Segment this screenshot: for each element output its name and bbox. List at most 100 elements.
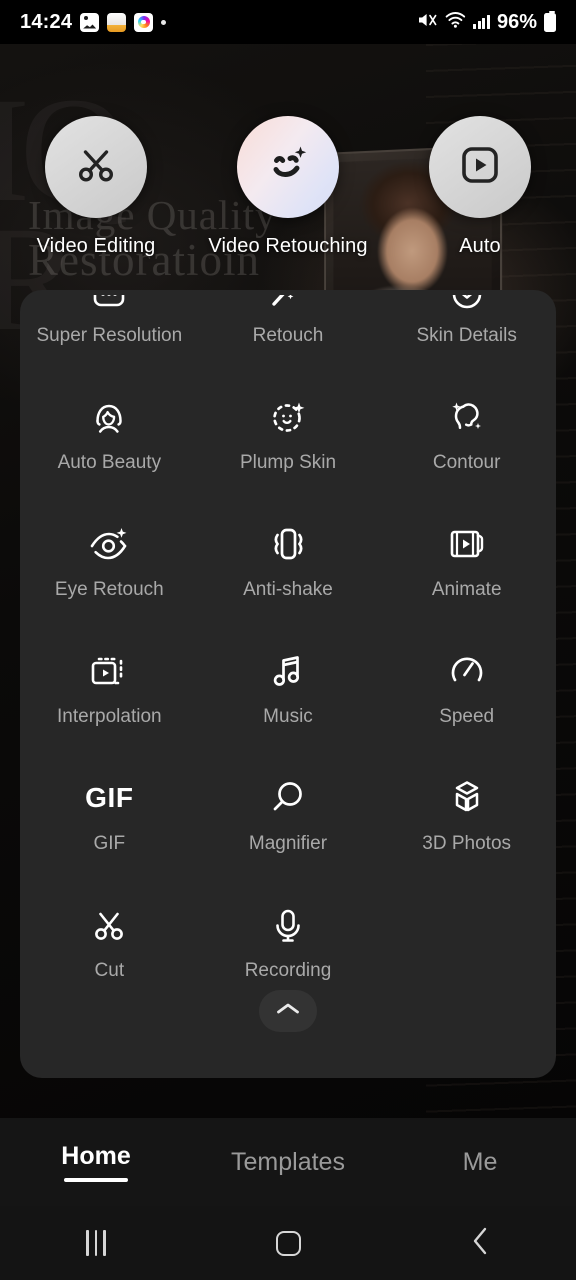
dotted-face-sparkle-icon xyxy=(265,394,311,440)
wifi-icon xyxy=(445,11,466,33)
tab-label: Templates xyxy=(231,1147,345,1176)
recents-icon xyxy=(86,1230,106,1256)
tool-skin-details[interactable]: Skin Details xyxy=(377,290,556,353)
tool-label: Interpolation xyxy=(57,706,162,727)
tool-recording[interactable]: Recording xyxy=(199,861,378,988)
eye-sparkle-icon xyxy=(85,521,133,567)
home-icon xyxy=(275,1230,301,1256)
tab-home[interactable]: Home xyxy=(0,1142,192,1182)
tool-empty-slot xyxy=(377,861,556,988)
volume-mute-icon xyxy=(417,11,438,34)
tool-label: Anti-shake xyxy=(243,579,333,600)
quick-action-auto[interactable]: Auto xyxy=(384,116,576,258)
quick-action-video-retouching[interactable]: Video Retouching xyxy=(192,116,384,258)
tool-magnifier[interactable]: Magnifier xyxy=(199,734,378,861)
status-time: 14:24 xyxy=(20,10,73,33)
gif-glyph: GIF xyxy=(85,782,134,813)
tool-speed[interactable]: Speed xyxy=(377,607,556,734)
note-icon xyxy=(107,12,127,32)
scissors-icon xyxy=(73,142,119,193)
quick-actions: Video Editing Video Retouching Auto xyxy=(0,116,576,258)
portrait-beauty-icon xyxy=(86,394,132,440)
tool-label: Recording xyxy=(244,960,332,981)
tools-panel: Super Resolution Retouch Skin Details Au… xyxy=(20,290,556,1078)
tab-templates[interactable]: Templates xyxy=(192,1148,384,1177)
quick-action-label: Video Retouching xyxy=(208,235,368,257)
status-bar-left: 14:24 xyxy=(20,10,167,34)
cube-3d-icon xyxy=(444,775,490,821)
tool-label: Retouch xyxy=(252,325,324,346)
speedometer-icon xyxy=(444,648,490,694)
face-contour-icon xyxy=(443,394,491,440)
system-nav-bar xyxy=(0,1206,576,1280)
tool-label: Animate xyxy=(431,579,502,600)
tool-label: Contour xyxy=(432,452,501,473)
app-screen: IQ R Image Quality Restoratioin 14:24 xyxy=(0,0,576,1280)
chevron-up-icon xyxy=(275,1001,301,1022)
magic-wand-icon xyxy=(265,295,311,313)
back-button[interactable] xyxy=(384,1226,576,1261)
status-bar: 14:24 96% xyxy=(0,0,576,44)
dot-indicator xyxy=(161,19,167,25)
collapse-row xyxy=(20,990,556,1032)
camera-icon xyxy=(134,12,154,32)
tool-label: 3D Photos xyxy=(422,833,512,854)
quick-action-label: Video Editing xyxy=(36,235,156,257)
tool-3d-photos[interactable]: 3D Photos xyxy=(377,734,556,861)
tool-interpolation[interactable]: Interpolation xyxy=(20,607,199,734)
sparkle-frame-icon xyxy=(87,295,131,313)
tool-label: Auto Beauty xyxy=(57,452,162,473)
face-smile-icon xyxy=(445,295,489,313)
tab-label: Me xyxy=(462,1147,498,1176)
tool-music[interactable]: Music xyxy=(199,607,378,734)
tab-label: Home xyxy=(61,1142,131,1170)
tool-label: Super Resolution xyxy=(36,325,183,346)
auto-bubble[interactable] xyxy=(429,116,531,218)
tools-grid: Super Resolution Retouch Skin Details Au… xyxy=(20,290,556,988)
tool-eye-retouch[interactable]: Eye Retouch xyxy=(20,480,199,607)
recents-button[interactable] xyxy=(0,1230,192,1256)
tool-plump-skin[interactable]: Plump Skin xyxy=(199,353,378,480)
status-bar-right: 96% xyxy=(417,10,556,34)
tool-label: Eye Retouch xyxy=(54,579,164,600)
video-retouching-bubble[interactable] xyxy=(237,116,339,218)
active-tab-underline xyxy=(64,1178,128,1182)
tool-anti-shake[interactable]: Anti-shake xyxy=(199,480,378,607)
music-note-icon xyxy=(266,648,310,694)
tool-animate[interactable]: Animate xyxy=(377,480,556,607)
video-editing-bubble[interactable] xyxy=(45,116,147,218)
tool-cut[interactable]: Cut xyxy=(20,861,199,988)
collapse-panel-button[interactable] xyxy=(259,990,317,1032)
frame-interpolate-icon xyxy=(85,648,133,694)
tool-label: Music xyxy=(263,706,313,727)
scissors-icon xyxy=(86,902,132,948)
back-icon xyxy=(470,1226,490,1261)
gif-text-icon: GIF xyxy=(85,775,133,821)
magnifier-icon xyxy=(265,775,311,821)
tool-label: Cut xyxy=(94,960,125,981)
tool-label: Speed xyxy=(439,706,495,727)
bottom-nav: Home Templates Me xyxy=(0,1118,576,1206)
tab-me[interactable]: Me xyxy=(384,1148,576,1177)
tool-auto-beauty[interactable]: Auto Beauty xyxy=(20,353,199,480)
stabilize-icon xyxy=(264,521,312,567)
tool-label: Magnifier xyxy=(248,833,328,854)
cellular-signal-icon xyxy=(473,15,490,29)
tool-label: Plump Skin xyxy=(239,452,337,473)
smiley-sparkle-icon xyxy=(263,140,313,195)
gallery-icon xyxy=(80,12,100,32)
tool-gif[interactable]: GIF GIF xyxy=(20,734,199,861)
quick-action-label: Auto xyxy=(459,235,501,257)
tool-super-resolution[interactable]: Super Resolution xyxy=(20,290,199,353)
tool-label: Skin Details xyxy=(416,325,517,346)
quick-action-video-editing[interactable]: Video Editing xyxy=(0,116,192,258)
play-square-icon xyxy=(457,142,503,193)
tool-retouch[interactable]: Retouch xyxy=(199,290,378,353)
tool-label: GIF xyxy=(93,833,126,854)
tool-contour[interactable]: Contour xyxy=(377,353,556,480)
battery-icon xyxy=(544,10,556,32)
film-play-icon xyxy=(443,521,491,567)
microphone-icon xyxy=(265,902,311,948)
home-button[interactable] xyxy=(192,1230,384,1256)
battery-percent: 96% xyxy=(496,10,537,33)
